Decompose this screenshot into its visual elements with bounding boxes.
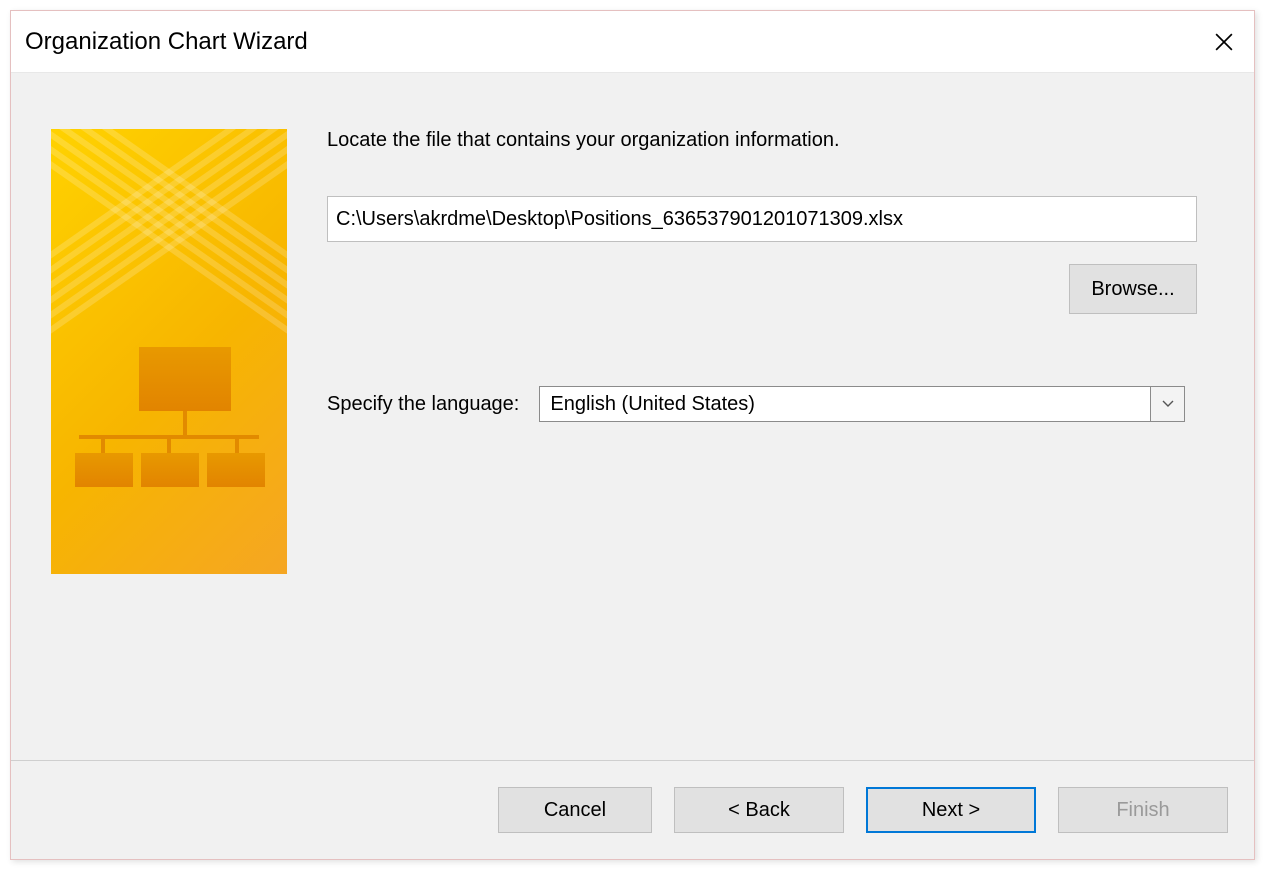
close-icon — [1215, 33, 1233, 51]
close-button[interactable] — [1214, 32, 1234, 52]
language-label: Specify the language: — [327, 393, 519, 416]
language-row: Specify the language: English (United St… — [327, 386, 1224, 422]
language-selected-value: English (United States) — [540, 387, 1150, 421]
finish-button: Finish — [1058, 787, 1228, 833]
filepath-input[interactable] — [327, 196, 1197, 242]
browse-row: Browse... — [327, 264, 1197, 314]
back-button[interactable]: < Back — [674, 787, 844, 833]
cancel-button[interactable]: Cancel — [498, 787, 652, 833]
language-dropdown[interactable]: English (United States) — [539, 386, 1185, 422]
dropdown-toggle[interactable] — [1150, 387, 1184, 421]
browse-button[interactable]: Browse... — [1069, 264, 1197, 314]
next-button[interactable]: Next > — [866, 787, 1036, 833]
form-area: Locate the file that contains your organ… — [327, 129, 1224, 760]
dialog-title: Organization Chart Wizard — [25, 28, 308, 56]
dialog-body: Locate the file that contains your organ… — [11, 73, 1254, 859]
wizard-illustration — [51, 129, 287, 574]
wizard-dialog: Organization Chart Wizard Locate the fil… — [10, 10, 1255, 860]
instruction-text: Locate the file that contains your organ… — [327, 129, 1224, 152]
chevron-down-icon — [1162, 400, 1174, 408]
wizard-footer: Cancel < Back Next > Finish — [11, 760, 1254, 859]
titlebar: Organization Chart Wizard — [11, 11, 1254, 73]
content-area: Locate the file that contains your organ… — [11, 73, 1254, 760]
